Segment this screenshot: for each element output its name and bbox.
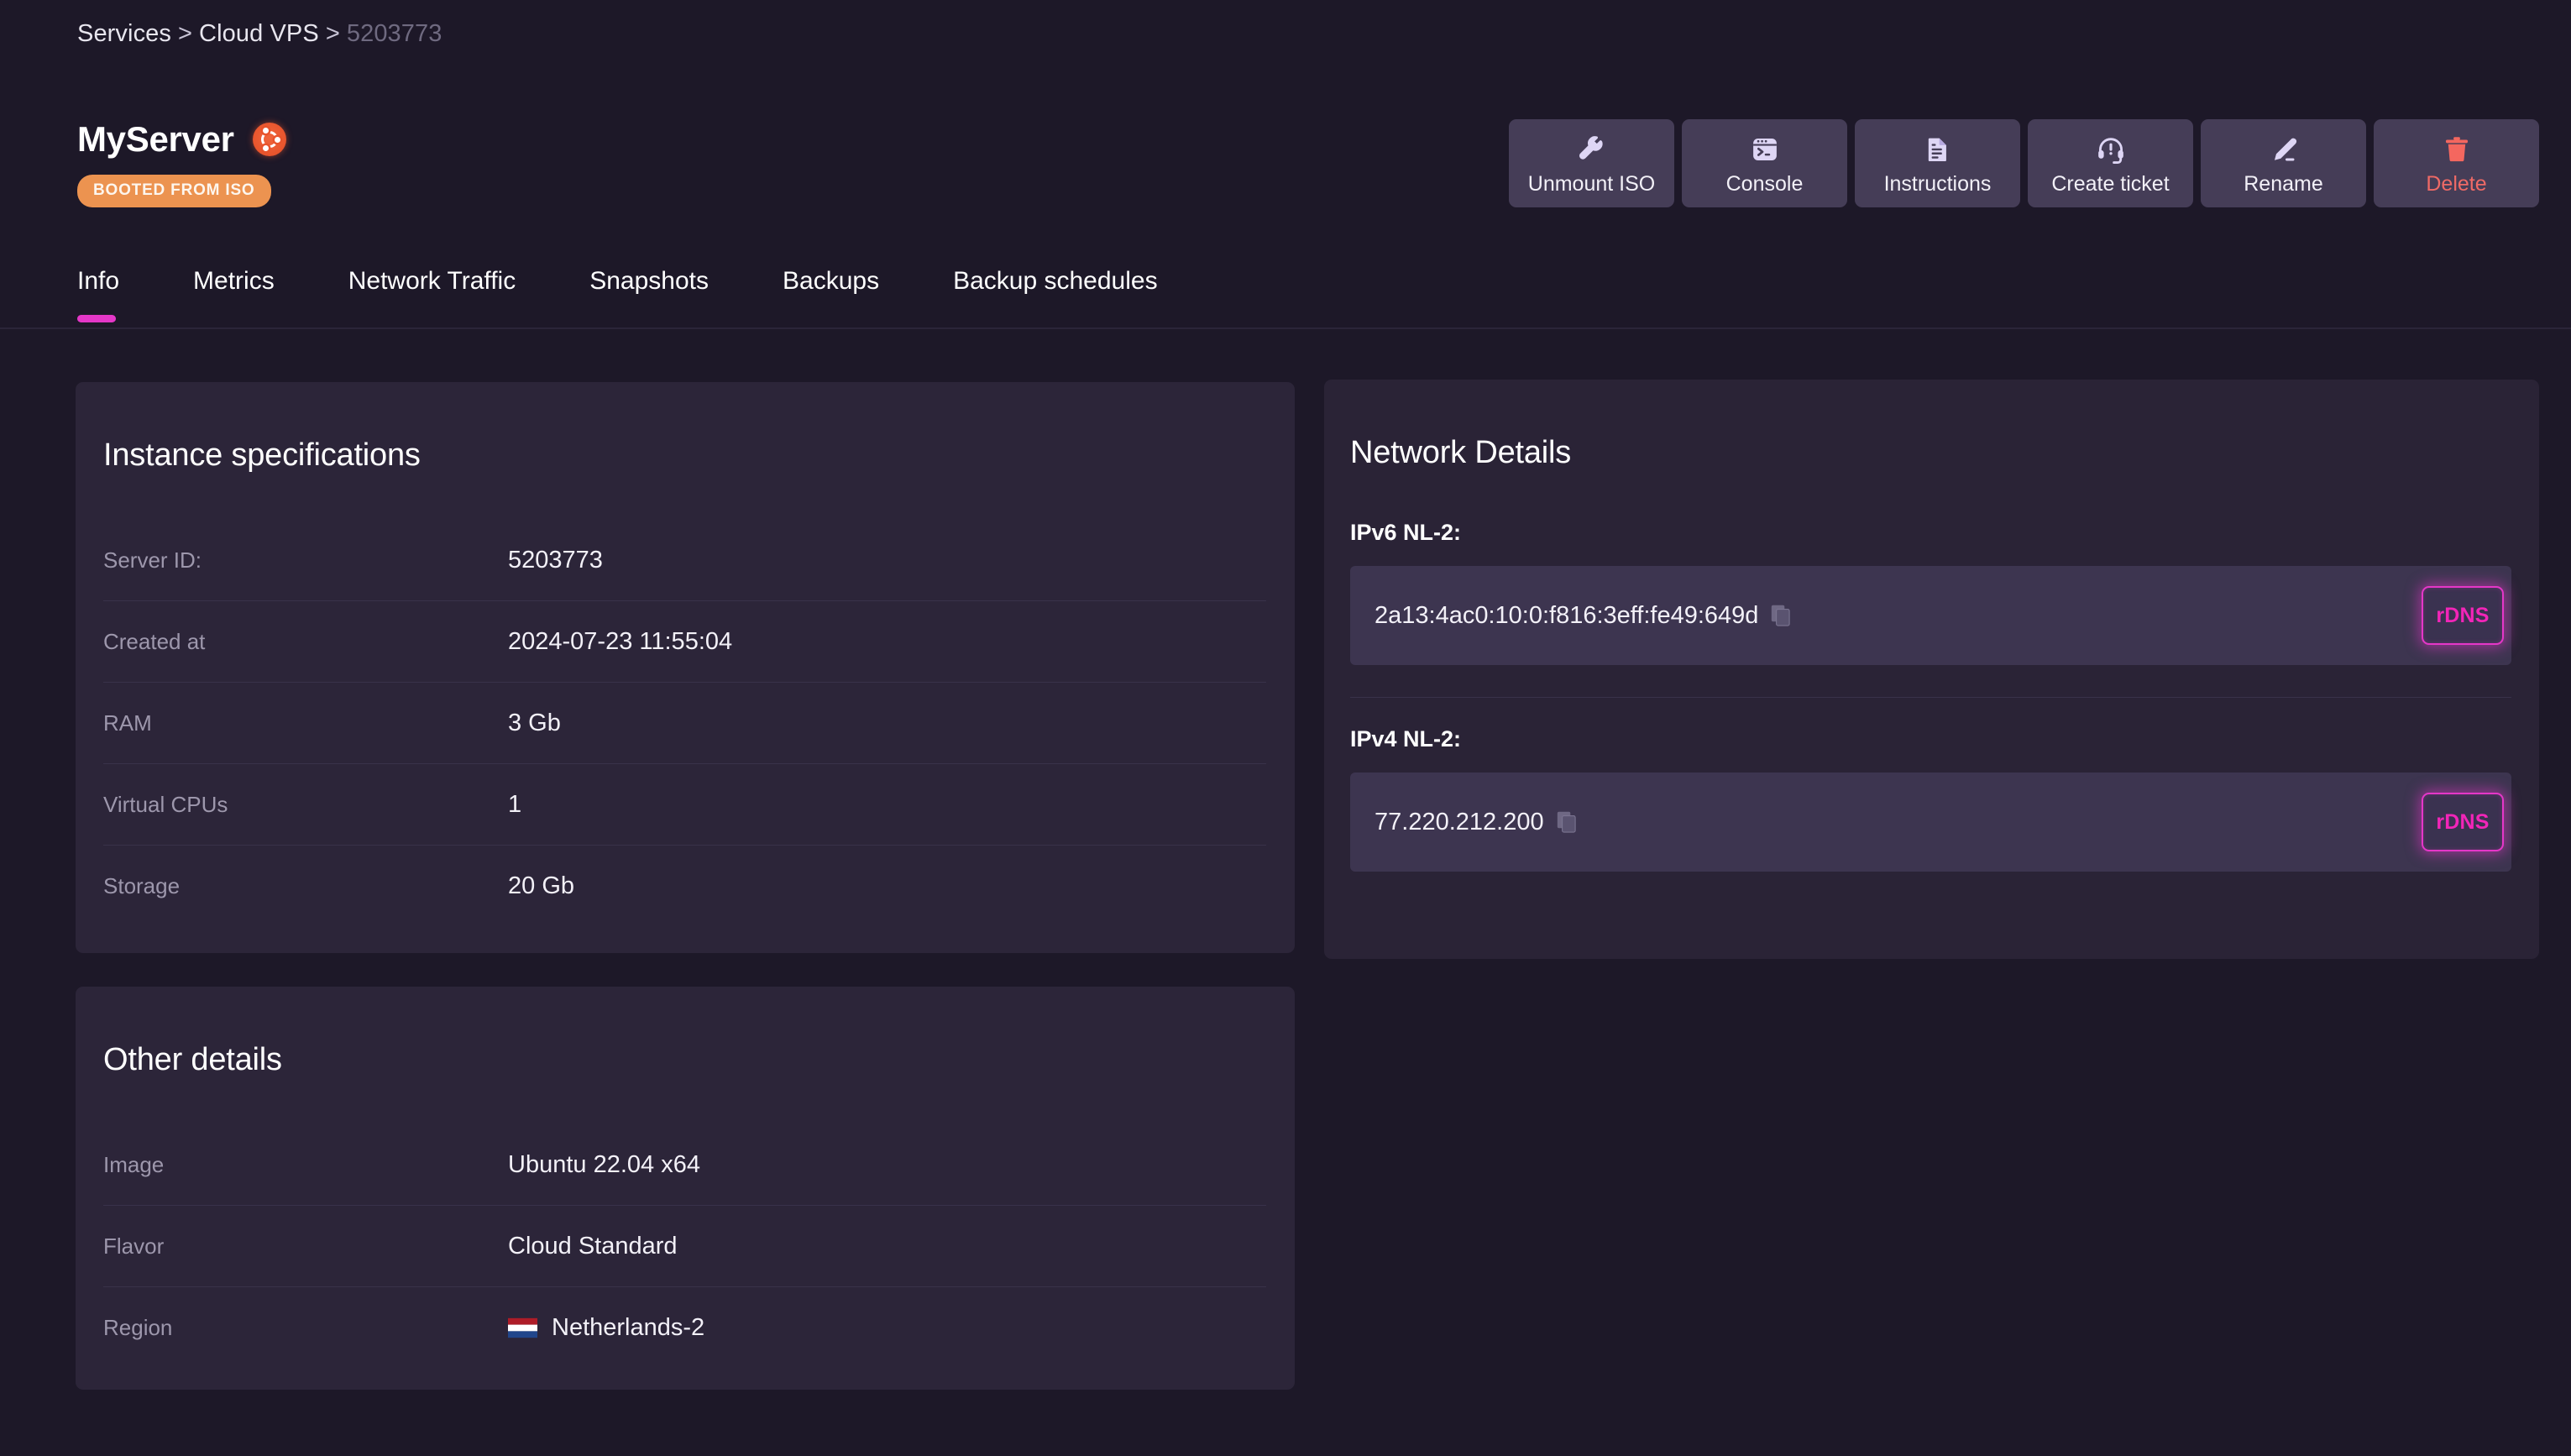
ipv4-address-row: 77.220.212.200 rDNS bbox=[1350, 773, 2511, 872]
server-title-block: MyServer BOOTED FROM ISO bbox=[77, 118, 286, 207]
instance-specifications-list: Server ID: 5203773 Created at 2024-07-23… bbox=[103, 520, 1266, 927]
page-title: MyServer bbox=[77, 119, 234, 159]
ipv6-address-row: 2a13:4ac0:10:0:f816:3eff:fe49:649d rDNS bbox=[1350, 566, 2511, 665]
network-details-title: Network Details bbox=[1350, 435, 1572, 470]
table-row: Storage 20 Gb bbox=[103, 846, 1266, 927]
tab-info-label: Info bbox=[77, 267, 120, 295]
tab-network-traffic[interactable]: Network Traffic bbox=[348, 257, 516, 296]
instructions-label: Instructions bbox=[1883, 171, 1992, 196]
netherlands-flag-icon bbox=[508, 1317, 537, 1338]
table-row: Created at 2024-07-23 11:55:04 bbox=[103, 601, 1266, 683]
instructions-button[interactable]: Instructions bbox=[1855, 119, 2020, 207]
terminal-icon bbox=[1751, 133, 1779, 166]
spec-label-created-at: Created at bbox=[103, 628, 206, 654]
spec-value-ram: 3 Gb bbox=[508, 709, 561, 736]
unmount-iso-button[interactable]: Unmount ISO bbox=[1509, 119, 1674, 207]
table-row: Flavor Cloud Standard bbox=[103, 1206, 1266, 1287]
copy-icon[interactable] bbox=[1771, 605, 1791, 626]
spec-value-storage: 20 Gb bbox=[508, 872, 574, 899]
wrench-icon bbox=[1578, 133, 1606, 166]
spec-value-virtual-cpus: 1 bbox=[508, 790, 522, 818]
other-details-list: Image Ubuntu 22.04 x64 Flavor Cloud Stan… bbox=[103, 1124, 1266, 1369]
tab-network-traffic-label: Network Traffic bbox=[348, 267, 516, 295]
table-row: Server ID: 5203773 bbox=[103, 520, 1266, 601]
spec-label-region: Region bbox=[103, 1315, 173, 1340]
tab-backups-label: Backups bbox=[783, 267, 880, 295]
headset-icon bbox=[2096, 133, 2126, 166]
ipv6-heading: IPv6 NL-2: bbox=[1350, 520, 1462, 545]
tab-backups[interactable]: Backups bbox=[783, 257, 879, 296]
console-label: Console bbox=[1725, 171, 1804, 196]
ipv4-address-wrap: 77.220.212.200 bbox=[1375, 809, 1577, 836]
breadcrumb-item-cloud-vps[interactable]: Cloud VPS bbox=[199, 20, 319, 47]
document-icon bbox=[1924, 133, 1952, 166]
vps-detail-page: Services > Cloud VPS >5203773 MyServer BOOT… bbox=[0, 0, 2571, 1456]
create-ticket-button[interactable]: Create ticket bbox=[2028, 119, 2193, 207]
breadcrumb-separator: > bbox=[178, 20, 193, 47]
spec-value-region: Netherlands-2 bbox=[552, 1314, 705, 1341]
ubuntu-logo-icon bbox=[252, 123, 286, 156]
unmount-iso-label: Unmount ISO bbox=[1527, 171, 1656, 196]
tab-metrics-label: Metrics bbox=[193, 267, 275, 295]
rename-button[interactable]: Rename bbox=[2201, 119, 2366, 207]
tab-snapshots[interactable]: Snapshots bbox=[589, 257, 709, 296]
status-badge: BOOTED FROM ISO bbox=[77, 175, 271, 207]
spec-label-server-id: Server ID: bbox=[103, 547, 202, 573]
tab-list: Info Metrics Network Traffic Snapshots B… bbox=[77, 257, 1158, 322]
network-group-ipv4: IPv4 NL-2: 77.220.212.200 rDNS bbox=[1350, 697, 2511, 878]
delete-button[interactable]: Delete bbox=[2374, 119, 2539, 207]
spec-value-region-wrap: Netherlands-2 bbox=[508, 1314, 704, 1342]
ipv6-address-value: 2a13:4ac0:10:0:f816:3eff:fe49:649d bbox=[1375, 601, 1759, 629]
tab-backup-schedules[interactable]: Backup schedules bbox=[953, 257, 1158, 296]
network-group-ipv6: IPv6 NL-2: 2a13:4ac0:10:0:f816:3eff:fe49… bbox=[1350, 520, 2511, 672]
table-row: Image Ubuntu 22.04 x64 bbox=[103, 1124, 1266, 1206]
ipv4-address-value: 77.220.212.200 bbox=[1375, 808, 1544, 835]
network-details-card: Network Details IPv6 NL-2: 2a13:4ac0:10:… bbox=[1324, 380, 2539, 959]
title-row: MyServer bbox=[77, 118, 286, 161]
ipv4-heading: IPv4 NL-2: bbox=[1350, 726, 1462, 752]
tab-info[interactable]: Info bbox=[77, 257, 120, 322]
spec-label-storage: Storage bbox=[103, 873, 181, 898]
breadcrumb-item-current: 5203773 bbox=[346, 20, 442, 47]
table-row: Region Netherlands-2 bbox=[103, 1287, 1266, 1369]
spec-value-image: Ubuntu 22.04 x64 bbox=[508, 1150, 700, 1178]
trash-icon bbox=[2443, 133, 2471, 166]
instance-specifications-card: Instance specifications Server ID: 52037… bbox=[76, 382, 1295, 953]
spec-label-flavor: Flavor bbox=[103, 1233, 165, 1259]
table-row: Virtual CPUs 1 bbox=[103, 764, 1266, 846]
spec-value-flavor: Cloud Standard bbox=[508, 1232, 678, 1260]
copy-icon[interactable] bbox=[1557, 811, 1577, 833]
instance-specifications-title: Instance specifications bbox=[103, 437, 421, 473]
rename-label: Rename bbox=[2244, 171, 2323, 196]
spec-value-created-at: 2024-07-23 11:55:04 bbox=[508, 627, 733, 655]
delete-label: Delete bbox=[2426, 171, 2487, 196]
tab-bar: Info Metrics Network Traffic Snapshots B… bbox=[0, 257, 2571, 329]
tab-snapshots-label: Snapshots bbox=[589, 267, 709, 295]
create-ticket-label: Create ticket bbox=[2051, 171, 2170, 196]
other-details-card: Other details Image Ubuntu 22.04 x64 Fla… bbox=[76, 987, 1295, 1390]
other-details-title: Other details bbox=[103, 1042, 282, 1077]
tab-metrics[interactable]: Metrics bbox=[193, 257, 275, 296]
spec-value-server-id: 5203773 bbox=[508, 546, 603, 573]
breadcrumb-separator-2: > bbox=[325, 20, 340, 47]
console-button[interactable]: Console bbox=[1682, 119, 1847, 207]
tab-backup-schedules-label: Backup schedules bbox=[953, 267, 1158, 295]
spec-label-ram: RAM bbox=[103, 710, 152, 736]
ipv6-rdns-button[interactable]: rDNS bbox=[2422, 586, 2504, 645]
active-tab-indicator bbox=[77, 315, 116, 322]
spec-label-image: Image bbox=[103, 1151, 165, 1177]
ipv6-address-wrap: 2a13:4ac0:10:0:f816:3eff:fe49:649d bbox=[1375, 602, 1791, 630]
network-details-list: IPv6 NL-2: 2a13:4ac0:10:0:f816:3eff:fe49… bbox=[1350, 520, 2511, 878]
breadcrumb: Services > Cloud VPS >5203773 bbox=[77, 20, 442, 48]
action-toolbar: Unmount ISO Console Instructions Create … bbox=[1509, 119, 2539, 207]
breadcrumb-item-services[interactable]: Services bbox=[77, 20, 171, 47]
ipv4-rdns-button[interactable]: rDNS bbox=[2422, 793, 2504, 851]
spec-label-virtual-cpus: Virtual CPUs bbox=[103, 791, 228, 817]
table-row: RAM 3 Gb bbox=[103, 683, 1266, 764]
pencil-icon bbox=[2270, 133, 2298, 166]
